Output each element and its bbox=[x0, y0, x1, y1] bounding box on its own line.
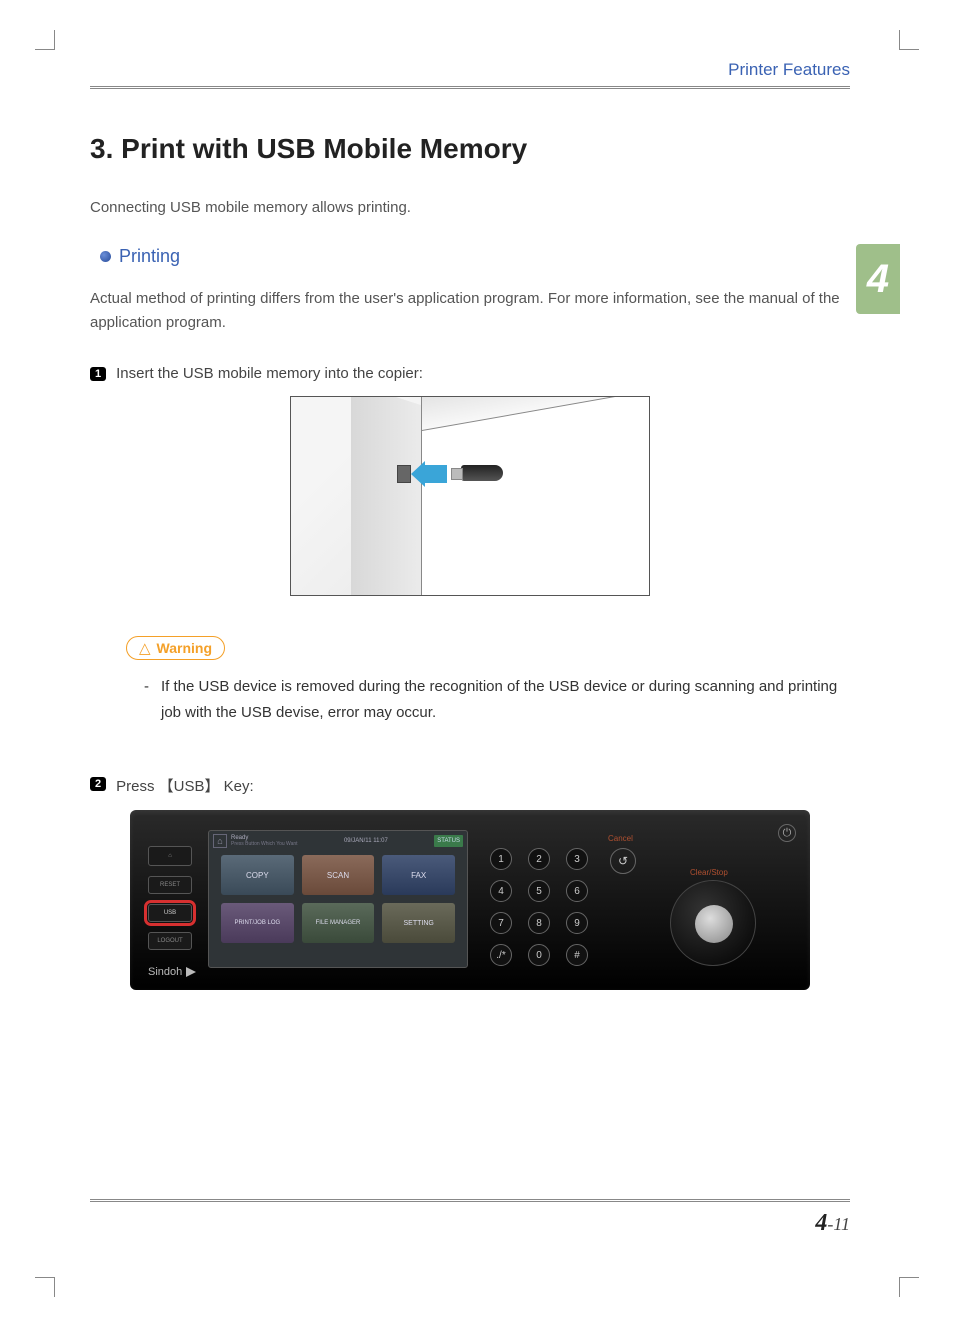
key-8[interactable]: 8 bbox=[528, 912, 550, 934]
figure-usb-insert bbox=[290, 396, 650, 596]
section-title: Print with USB Mobile Memory bbox=[121, 133, 527, 164]
step-badge: 1 bbox=[90, 367, 106, 381]
footer-chapter: 4 bbox=[815, 1210, 827, 1236]
crop-mark bbox=[899, 30, 919, 50]
cancel-label: Cancel bbox=[608, 834, 633, 843]
warning-label-text: Warning bbox=[157, 640, 212, 656]
home-button[interactable]: ⌂ bbox=[148, 846, 192, 866]
chapter-tab: 4 bbox=[856, 244, 900, 314]
tile-scan[interactable]: SCAN bbox=[302, 855, 375, 895]
screen-tiles: COPY SCAN FAX PRINT/JOB LOG FILE MANAGER… bbox=[209, 851, 467, 947]
arrow-icon bbox=[423, 465, 447, 483]
footer-page: 11 bbox=[833, 1214, 850, 1234]
power-button[interactable]: ⏻ bbox=[778, 824, 796, 842]
crop-mark bbox=[899, 1277, 919, 1297]
warning-triangle-icon: △ bbox=[139, 639, 151, 657]
jog-dial[interactable] bbox=[670, 880, 756, 966]
key-0[interactable]: 0 bbox=[528, 944, 550, 966]
screen-datetime: 09/JAN/11 11:07 bbox=[344, 838, 388, 844]
key-3[interactable]: 3 bbox=[566, 848, 588, 870]
side-buttons: ⌂ RESET USB LOGOUT bbox=[148, 846, 192, 950]
step-1: 1 Insert the USB mobile memory into the … bbox=[90, 365, 850, 382]
key-6[interactable]: 6 bbox=[566, 880, 588, 902]
logout-button[interactable]: LOGOUT bbox=[148, 932, 192, 950]
key-9[interactable]: 9 bbox=[566, 912, 588, 934]
step-text: Insert the USB mobile memory into the co… bbox=[116, 365, 423, 382]
clear-stop-label: Clear/Stop bbox=[690, 868, 728, 877]
bullet-icon bbox=[100, 251, 111, 262]
status-button[interactable]: STATUS bbox=[434, 835, 463, 847]
step-text: Press 【USB】 Key: bbox=[116, 775, 254, 796]
tile-setting[interactable]: SETTING bbox=[382, 903, 455, 943]
dash-icon: - bbox=[144, 674, 149, 725]
step-text-post: Key: bbox=[219, 778, 253, 795]
page-content: Printer Features 3. Print with USB Mobil… bbox=[90, 60, 850, 990]
home-icon[interactable]: ⌂ bbox=[213, 834, 227, 848]
tile-filemanager[interactable]: FILE MANAGER bbox=[302, 903, 375, 943]
section-heading: 3. Print with USB Mobile Memory bbox=[90, 133, 850, 165]
reset-button[interactable]: RESET bbox=[148, 876, 192, 894]
key-sym[interactable]: ./* bbox=[490, 944, 512, 966]
key-7[interactable]: 7 bbox=[490, 912, 512, 934]
subsection-title: Printing bbox=[119, 246, 180, 267]
copier-top bbox=[422, 396, 650, 431]
tile-fax[interactable]: FAX bbox=[382, 855, 455, 895]
key-2[interactable]: 2 bbox=[528, 848, 550, 870]
screen-header: ⌂ Ready Press Button Which You Want 09/J… bbox=[209, 831, 467, 851]
body-paragraph: Actual method of printing differs from t… bbox=[90, 287, 850, 335]
warning-text: If the USB device is removed during the … bbox=[161, 674, 850, 725]
copier-body bbox=[421, 396, 650, 596]
step-text-pre: Press bbox=[116, 778, 159, 795]
running-header: Printer Features bbox=[90, 60, 850, 89]
step-key: 【USB】 bbox=[159, 778, 220, 795]
figure-control-panel: ⌂ RESET USB LOGOUT Sindoh ⌂ Ready Press … bbox=[130, 810, 810, 990]
page-footer: 4-11 bbox=[90, 1199, 850, 1237]
section-number: 3. bbox=[90, 133, 113, 164]
warning-label: △ Warning bbox=[126, 636, 225, 660]
tile-printjob[interactable]: PRINT/JOB LOG bbox=[221, 903, 294, 943]
warning-block: △ Warning - If the USB device is removed… bbox=[126, 636, 850, 725]
subsection-row: Printing bbox=[90, 246, 850, 267]
step-2: 2 Press 【USB】 Key: bbox=[90, 775, 850, 796]
usb-stick-icon bbox=[461, 465, 503, 481]
brand-logo: Sindoh bbox=[148, 966, 196, 978]
crop-mark bbox=[35, 30, 55, 50]
key-1[interactable]: 1 bbox=[490, 848, 512, 870]
step-badge: 2 bbox=[90, 777, 106, 791]
screen-subhint: Press Button Which You Want bbox=[231, 841, 298, 847]
warning-item: - If the USB device is removed during th… bbox=[126, 674, 850, 725]
brand-text: Sindoh bbox=[148, 966, 182, 978]
key-hash[interactable]: # bbox=[566, 944, 588, 966]
key-5[interactable]: 5 bbox=[528, 880, 550, 902]
crop-mark bbox=[35, 1277, 55, 1297]
key-4[interactable]: 4 bbox=[490, 880, 512, 902]
intro-text: Connecting USB mobile memory allows prin… bbox=[90, 199, 850, 216]
tile-copy[interactable]: COPY bbox=[221, 855, 294, 895]
brand-triangle-icon bbox=[186, 967, 196, 977]
numeric-keypad: 1 2 3 4 5 6 7 8 9 ./* 0 # bbox=[490, 848, 592, 966]
usb-button[interactable]: USB bbox=[148, 904, 192, 922]
touch-screen[interactable]: ⌂ Ready Press Button Which You Want 09/J… bbox=[208, 830, 468, 968]
usb-slot bbox=[397, 465, 411, 483]
cancel-button[interactable]: ↺ bbox=[610, 848, 636, 874]
